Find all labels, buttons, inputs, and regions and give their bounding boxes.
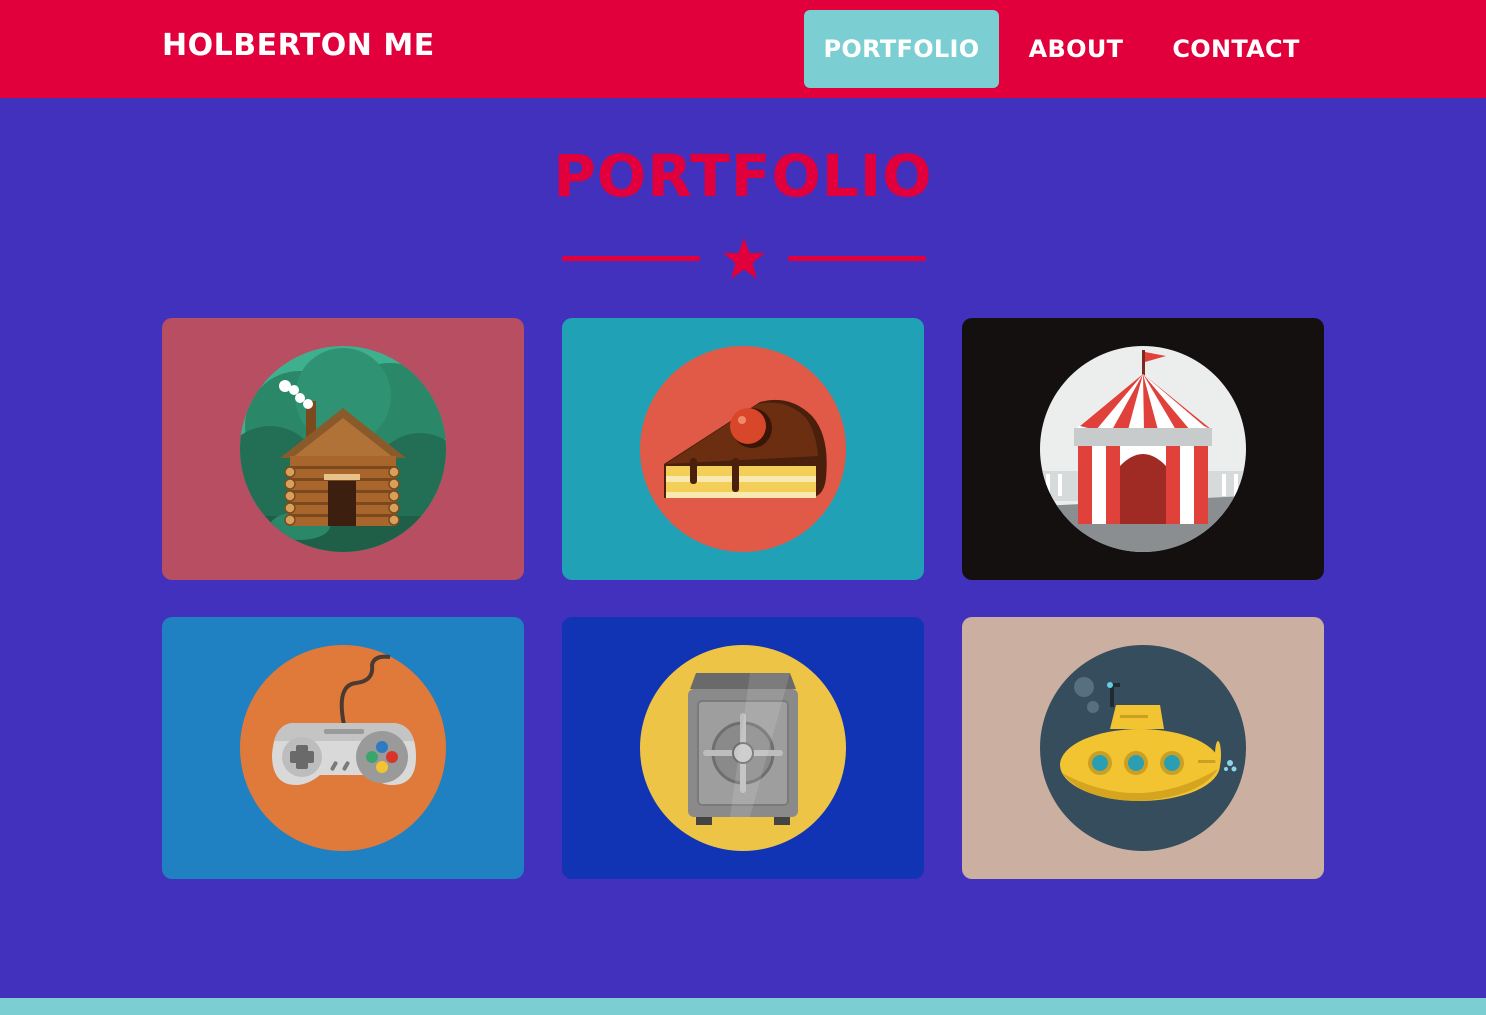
portfolio-item-controller[interactable] [162, 617, 524, 879]
portfolio-item-circus[interactable] [962, 318, 1324, 580]
title-divider [562, 236, 926, 282]
footer-bar [0, 998, 1486, 1015]
game-controller-icon [240, 645, 446, 851]
section-title: PORTFOLIO [553, 142, 933, 210]
circus-tent-icon [1040, 346, 1246, 552]
portfolio-item-cabin[interactable] [162, 318, 524, 580]
nav-item-portfolio[interactable]: PORTFOLIO [804, 10, 999, 88]
portfolio-item-submarine[interactable] [962, 617, 1324, 879]
log-cabin-icon [240, 346, 446, 552]
nav-item-contact[interactable]: CONTACT [1152, 10, 1320, 88]
cake-slice-icon [640, 346, 846, 552]
submarine-icon [1040, 645, 1246, 851]
portfolio-item-cake[interactable] [562, 318, 924, 580]
navbar: HOLBERTON ME PORTFOLIO ABOUT CONTACT [0, 0, 1486, 98]
divider-line-left [562, 256, 700, 261]
brand-logo[interactable]: HOLBERTON ME [162, 28, 435, 63]
nav-item-about[interactable]: ABOUT [1010, 10, 1142, 88]
portfolio-item-safe[interactable] [562, 617, 924, 879]
divider-line-right [788, 256, 926, 261]
star-icon [723, 238, 765, 279]
safe-icon [640, 645, 846, 851]
